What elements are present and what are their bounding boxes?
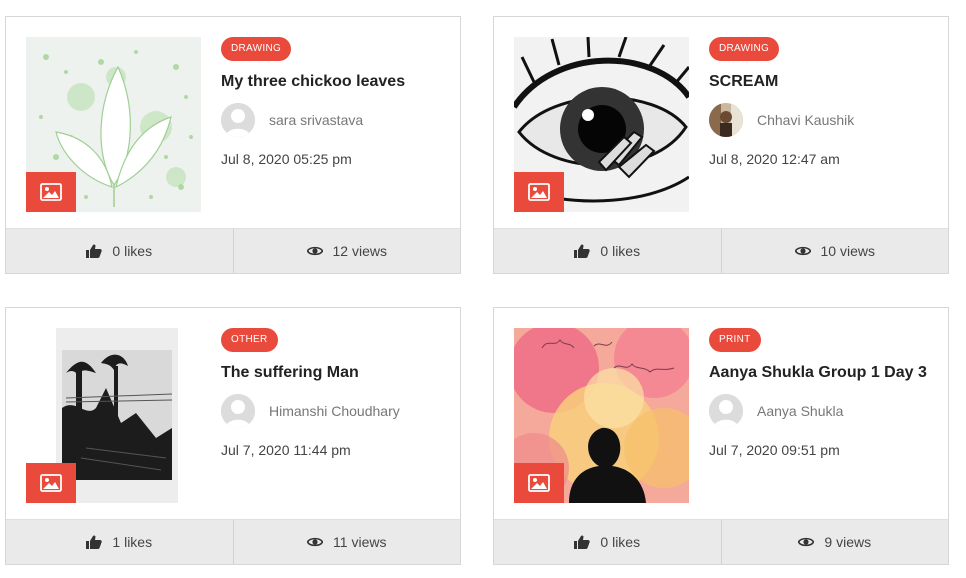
likes-button[interactable]: 0 likes — [494, 520, 721, 564]
post-thumbnail[interactable] — [514, 37, 689, 212]
post-title[interactable]: Aanya Shukla Group 1 Day 3 — [709, 364, 927, 382]
views-stat: 10 views — [720, 229, 949, 273]
category-badge[interactable]: DRAWING — [709, 37, 780, 61]
image-icon — [528, 474, 550, 492]
author[interactable]: Aanya Shukla — [709, 394, 843, 428]
avatar — [221, 103, 255, 137]
user-avatar-icon — [221, 103, 255, 137]
post-card: DRAWING SCREAM Chhavi Kaushik Jul 8, 202… — [493, 16, 949, 274]
author-name: Chhavi Kaushik — [757, 112, 855, 128]
user-avatar-icon — [709, 394, 743, 428]
category-badge[interactable]: PRINT — [709, 328, 761, 352]
views-count: 9 views — [824, 534, 872, 550]
views-stat: 11 views — [232, 520, 461, 564]
likes-count: 0 likes — [600, 243, 641, 259]
image-badge — [26, 172, 76, 212]
eye-icon — [306, 246, 323, 256]
eye-icon — [798, 537, 815, 547]
likes-count: 1 likes — [112, 534, 153, 550]
post-title[interactable]: SCREAM — [709, 73, 778, 91]
image-icon — [40, 183, 62, 201]
category-badge[interactable]: OTHER — [221, 328, 278, 352]
post-card: DRAWING My three chickoo leaves sara sri… — [5, 16, 461, 274]
image-badge — [514, 463, 564, 503]
post-date: Jul 8, 2020 05:25 pm — [221, 151, 352, 167]
views-stat: 9 views — [720, 520, 949, 564]
likes-count: 0 likes — [112, 243, 153, 259]
views-count: 10 views — [820, 243, 875, 259]
post-date: Jul 7, 2020 11:44 pm — [221, 442, 351, 458]
eye-icon — [307, 537, 324, 547]
post-thumbnail[interactable] — [26, 37, 201, 212]
post-date: Jul 7, 2020 09:51 pm — [709, 442, 840, 458]
author-name: Aanya Shukla — [757, 403, 844, 419]
eye-icon — [794, 246, 811, 256]
card-footer: 0 likes 10 views — [494, 228, 948, 273]
author-name: Himanshi Choudhary — [269, 403, 400, 419]
author[interactable]: Chhavi Kaushik — [709, 103, 854, 137]
thumbs-up-icon — [86, 535, 103, 549]
card-footer: 1 likes 11 views — [6, 519, 460, 564]
post-card: OTHER The suffering Man Himanshi Choudha… — [5, 307, 461, 565]
card-footer: 0 likes 9 views — [494, 519, 948, 564]
avatar — [221, 394, 255, 428]
post-title[interactable]: My three chickoo leaves — [221, 73, 405, 91]
avatar — [709, 103, 743, 137]
image-badge — [26, 463, 76, 503]
image-badge — [514, 172, 564, 212]
image-icon — [40, 474, 62, 492]
author[interactable]: sara srivastava — [221, 103, 363, 137]
likes-button[interactable]: 1 likes — [6, 520, 233, 564]
category-badge[interactable]: DRAWING — [221, 37, 292, 61]
views-count: 12 views — [332, 243, 387, 259]
card-footer: 0 likes 12 views — [6, 228, 460, 273]
user-photo-avatar — [709, 103, 743, 137]
thumbs-up-icon — [574, 535, 591, 549]
post-title[interactable]: The suffering Man — [221, 364, 359, 382]
post-card: PRINT Aanya Shukla Group 1 Day 3 Aanya S… — [493, 307, 949, 565]
likes-count: 0 likes — [600, 534, 641, 550]
thumbs-up-icon — [86, 244, 103, 258]
avatar — [709, 394, 743, 428]
author-name: sara srivastava — [269, 112, 364, 128]
likes-button[interactable]: 0 likes — [494, 229, 721, 273]
post-thumbnail[interactable] — [514, 328, 689, 503]
thumbs-up-icon — [574, 244, 591, 258]
post-date: Jul 8, 2020 12:47 am — [709, 151, 840, 167]
author[interactable]: Himanshi Choudhary — [221, 394, 400, 428]
user-avatar-icon — [221, 394, 255, 428]
image-icon — [528, 183, 550, 201]
post-thumbnail[interactable] — [26, 328, 201, 503]
views-count: 11 views — [333, 534, 387, 550]
likes-button[interactable]: 0 likes — [6, 229, 233, 273]
views-stat: 12 views — [232, 229, 461, 273]
